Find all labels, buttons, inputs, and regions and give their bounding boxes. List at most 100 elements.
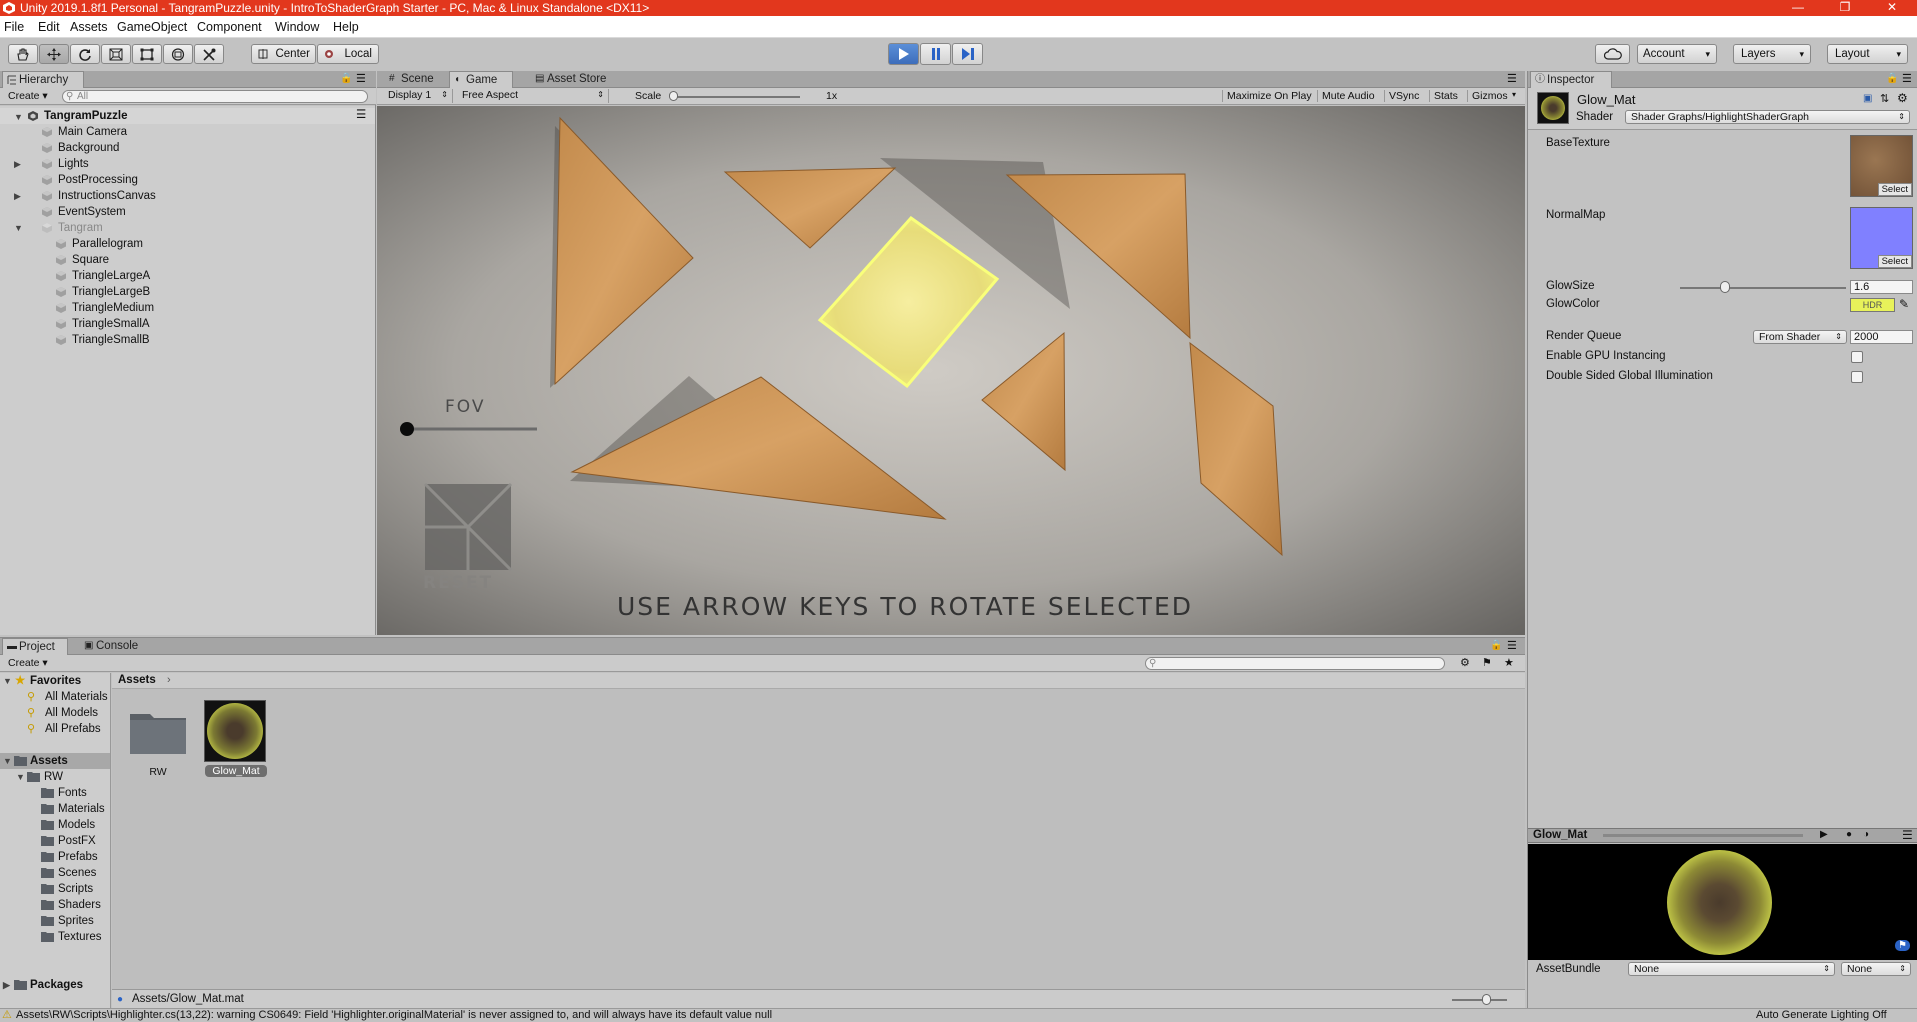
preview-drag-bar[interactable] <box>1603 834 1803 837</box>
gear-icon[interactable]: ⚙ <box>1897 91 1908 105</box>
asset-bundle-dropdown[interactable]: None <box>1628 962 1835 976</box>
menu-help[interactable]: Help <box>333 20 359 34</box>
panel-menu-icon[interactable]: ☰ <box>356 72 366 85</box>
tab-project[interactable]: ▬ Project <box>2 638 68 655</box>
asset-bundle-variant-dropdown[interactable]: None <box>1841 962 1911 976</box>
render-queue-field[interactable]: 2000 <box>1850 330 1913 344</box>
asset-item-rw[interactable]: RW <box>128 708 188 778</box>
normal-map-select-button[interactable]: Select <box>1877 255 1912 268</box>
preview-light-icon[interactable]: ◑ <box>1863 829 1869 840</box>
transform-tool-button[interactable] <box>163 44 193 64</box>
expand-arrow-icon[interactable]: ▼ <box>16 769 25 785</box>
rw-folder-row[interactable]: ▼ RW <box>0 769 110 785</box>
play-button[interactable] <box>888 43 919 65</box>
pause-button[interactable] <box>920 43 951 65</box>
hierarchy-item[interactable]: Background <box>0 140 375 156</box>
project-folder-item[interactable]: Prefabs <box>0 849 110 865</box>
scale-slider-track[interactable] <box>672 96 800 98</box>
favorite-item[interactable]: ⚲ All Models <box>0 705 110 721</box>
packages-row[interactable]: ▶ Packages <box>0 977 110 993</box>
glow-color-swatch[interactable]: HDR <box>1850 298 1895 312</box>
menu-assets[interactable]: Assets <box>70 20 108 34</box>
preview-play-icon[interactable]: ▶ <box>1820 829 1828 840</box>
display-dropdown[interactable]: Display 1 <box>383 89 453 103</box>
project-folder-item[interactable]: Shaders <box>0 897 110 913</box>
maximize-on-play-toggle[interactable]: Maximize On Play <box>1222 90 1312 102</box>
account-dropdown[interactable]: Account <box>1637 44 1717 64</box>
maximize-icon[interactable]: ❐ <box>1822 0 1868 16</box>
project-create-button[interactable]: Create ▾ <box>4 657 52 671</box>
tab-console[interactable]: ▣ Console <box>80 638 150 655</box>
status-message[interactable]: Assets\RW\Scripts\Highlighter.cs(13,22):… <box>16 1009 772 1022</box>
tab-asset-store[interactable]: ▤ Asset Store <box>531 71 621 88</box>
tab-inspector[interactable]: ⓘ Inspector <box>1530 71 1612 88</box>
hierarchy-item[interactable]: EventSystem <box>0 204 375 220</box>
hierarchy-search-input[interactable]: ⚲ All <box>62 90 368 103</box>
move-tool-button[interactable] <box>39 44 69 64</box>
pivot-center-button[interactable]: Center <box>251 44 316 64</box>
favorite-item[interactable]: ⚲ All Prefabs <box>0 721 110 737</box>
vsync-toggle[interactable]: VSync <box>1384 90 1419 102</box>
help-book-icon[interactable]: ▣ <box>1863 93 1872 104</box>
expand-arrow-icon[interactable]: ▼ <box>3 673 12 689</box>
glow-size-slider-track[interactable] <box>1680 287 1846 289</box>
breadcrumb-assets[interactable]: Assets <box>118 674 156 686</box>
material-preview[interactable]: ⚑ <box>1528 844 1917 960</box>
step-button[interactable] <box>952 43 983 65</box>
minimize-icon[interactable]: — <box>1775 0 1821 16</box>
panel-menu-icon[interactable]: ☰ <box>1902 72 1912 85</box>
icon-size-slider-thumb[interactable] <box>1482 994 1491 1005</box>
hierarchy-item[interactable]: Square <box>0 252 375 268</box>
hierarchy-item[interactable]: ▼ Tangram <box>0 220 375 236</box>
base-texture-slot[interactable]: Select <box>1850 135 1913 197</box>
gizmos-dropdown[interactable]: Gizmos <box>1467 90 1508 102</box>
preset-icon[interactable]: ⇅ <box>1880 92 1889 105</box>
project-folder-item[interactable]: PostFX <box>0 833 110 849</box>
collapse-arrow-icon[interactable]: ▶ <box>14 156 21 172</box>
project-folder-item[interactable]: Materials <box>0 801 110 817</box>
favorite-item[interactable]: ⚲ All Materials <box>0 689 110 705</box>
collapse-arrow-icon[interactable]: ▶ <box>3 977 10 993</box>
layout-dropdown[interactable]: Layout <box>1827 44 1908 64</box>
hierarchy-item[interactable]: TriangleSmallA <box>0 316 375 332</box>
filter-type-icon[interactable]: ⚙ <box>1460 656 1470 669</box>
preview-menu-icon[interactable]: ☰ <box>1902 828 1913 842</box>
hierarchy-item[interactable]: ▶ InstructionsCanvas <box>0 188 375 204</box>
hierarchy-item[interactable]: TriangleMedium <box>0 300 375 316</box>
lock-icon[interactable]: 🔒 <box>1886 73 1898 84</box>
double-sided-gi-checkbox[interactable] <box>1851 371 1863 383</box>
scene-menu-icon[interactable]: ☰ <box>356 107 366 123</box>
menu-gameobject[interactable]: GameObject <box>117 20 187 34</box>
fov-slider-thumb[interactable] <box>400 422 414 436</box>
glow-size-slider-thumb[interactable] <box>1719 281 1730 293</box>
game-viewport[interactable]: FOV RESET USE ARROW KEYS TO ROTATE SELEC… <box>377 106 1525 635</box>
project-folder-item[interactable]: Textures <box>0 929 110 945</box>
project-search-input[interactable]: ⚲ <box>1145 657 1445 670</box>
rotate-tool-button[interactable] <box>70 44 100 64</box>
scale-tool-button[interactable] <box>101 44 131 64</box>
menu-file[interactable]: File <box>4 20 24 34</box>
reset-logo-icon[interactable] <box>423 482 513 572</box>
panel-menu-icon[interactable]: ☰ <box>1507 72 1517 85</box>
lock-icon[interactable]: 🔒 <box>1490 640 1502 651</box>
hierarchy-item[interactable]: TriangleLargeB <box>0 284 375 300</box>
gpu-instancing-checkbox[interactable] <box>1851 351 1863 363</box>
asset-item-glow-mat[interactable] <box>204 700 266 762</box>
aspect-dropdown[interactable]: Free Aspect <box>457 89 609 103</box>
assets-root-row[interactable]: ▼ Assets <box>0 753 110 769</box>
reset-label[interactable]: RESET <box>423 573 493 593</box>
panel-menu-icon[interactable]: ☰ <box>1507 639 1517 652</box>
scene-row[interactable]: ▼ TangramPuzzle ☰ <box>0 108 375 124</box>
tab-hierarchy[interactable]: Hierarchy <box>2 71 84 88</box>
filter-label-icon[interactable]: ⚑ <box>1482 656 1492 669</box>
stats-toggle[interactable]: Stats <box>1429 90 1458 102</box>
scale-slider-thumb[interactable] <box>669 91 678 101</box>
project-folder-item[interactable]: Scripts <box>0 881 110 897</box>
base-texture-select-button[interactable]: Select <box>1877 183 1912 196</box>
render-queue-dropdown[interactable]: From Shader <box>1753 330 1847 344</box>
hierarchy-item[interactable]: TriangleLargeA <box>0 268 375 284</box>
icon-size-slider-track[interactable] <box>1452 999 1507 1001</box>
hierarchy-create-button[interactable]: Create ▾ <box>4 90 52 104</box>
shader-dropdown[interactable]: Shader Graphs/HighlightShaderGraph <box>1625 110 1910 124</box>
collab-cloud-button[interactable] <box>1595 44 1630 64</box>
